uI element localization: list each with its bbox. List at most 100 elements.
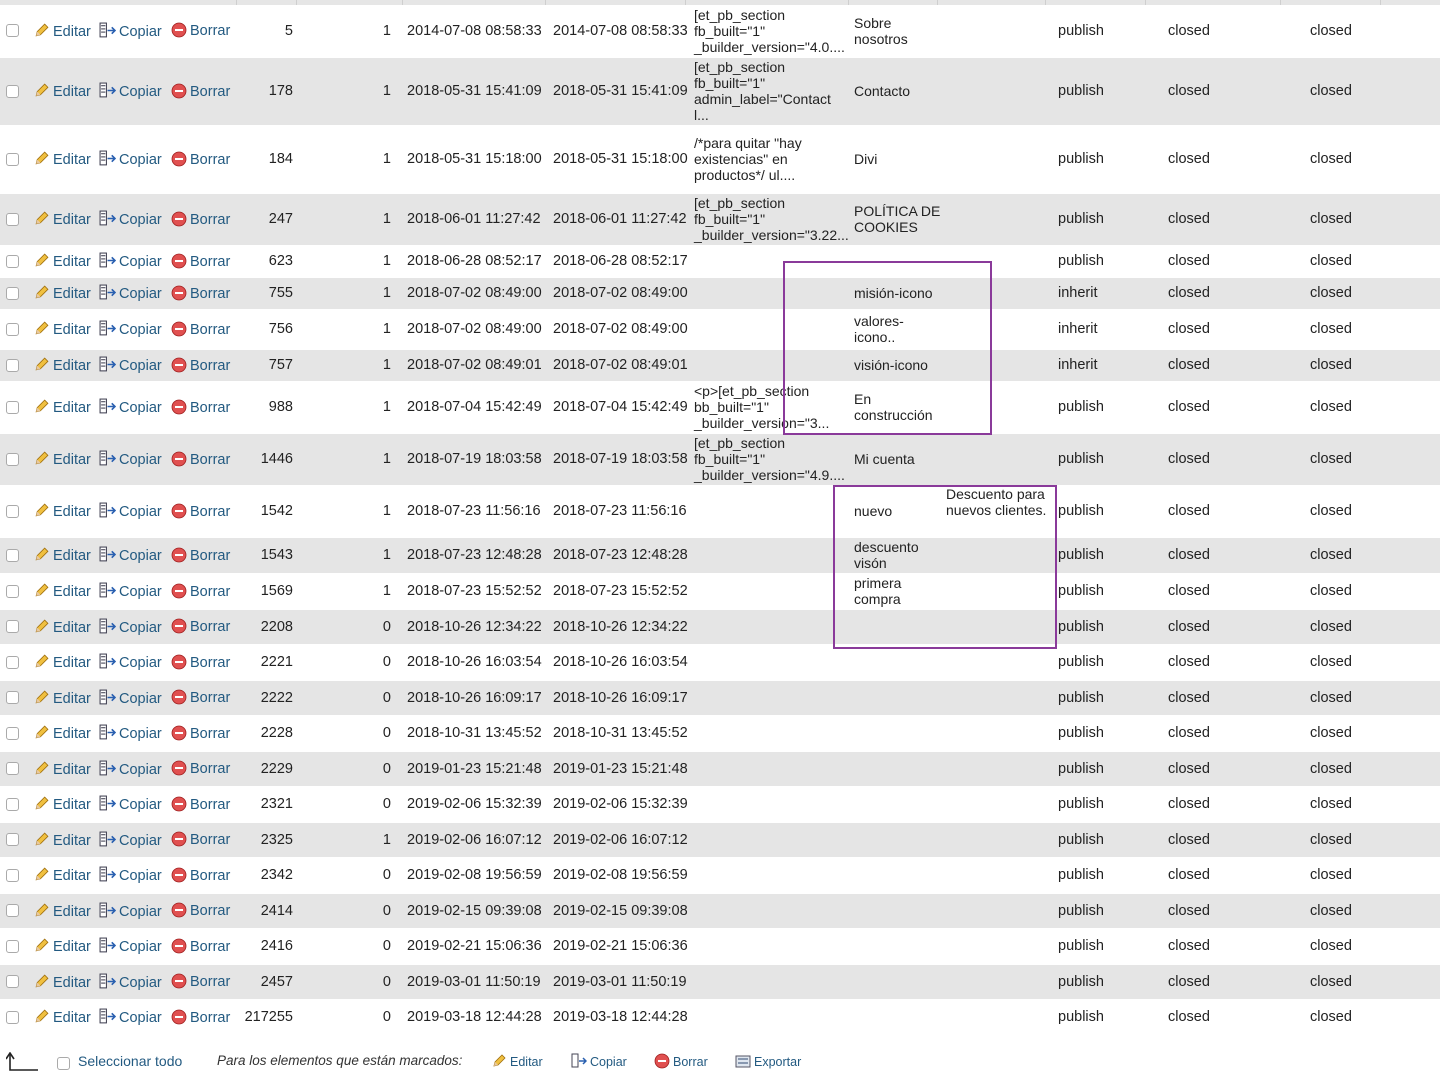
edit-row-button[interactable]: Editar — [33, 357, 91, 374]
delete-row-button[interactable]: Borrar — [171, 583, 230, 600]
cell-post-date-gmt[interactable]: 2018-07-02 08:49:00 — [547, 309, 688, 349]
cell-id[interactable]: 2221 — [235, 644, 299, 680]
cell-post-author[interactable]: 1 — [299, 245, 403, 277]
cell-post-title[interactable]: En construcción — [848, 381, 942, 433]
copy-row-button[interactable]: Copiar — [99, 1008, 162, 1026]
cell-post-author[interactable]: 1 — [299, 125, 403, 193]
cell-comment-status[interactable]: closed — [1158, 751, 1301, 786]
cell-ping-status[interactable]: closed — [1301, 309, 1440, 349]
edit-row-button[interactable]: Editar — [33, 547, 91, 564]
cell-post-status[interactable]: publish — [1050, 57, 1158, 125]
cell-post-author[interactable]: 1 — [299, 433, 403, 485]
cell-post-date-gmt[interactable]: 2018-10-26 16:09:17 — [547, 680, 688, 715]
row-checkbox[interactable] — [6, 868, 19, 882]
cell-post-date[interactable]: 2019-02-06 16:07:12 — [403, 822, 547, 857]
cell-ping-status[interactable]: closed — [1301, 573, 1440, 609]
cell-id[interactable]: 247 — [235, 193, 299, 245]
cell-post-date[interactable]: 2019-01-23 15:21:48 — [403, 751, 547, 786]
row-checkbox[interactable] — [6, 322, 19, 336]
cell-post-author[interactable]: 0 — [299, 680, 403, 715]
cell-comment-status[interactable]: closed — [1158, 381, 1301, 433]
cell-post-content[interactable] — [688, 573, 848, 609]
cell-id[interactable]: 2229 — [235, 751, 299, 786]
cell-comment-status[interactable]: closed — [1158, 822, 1301, 857]
cell-post-content[interactable]: [et_pb_section fb_built="1" _builder_ver… — [688, 433, 848, 485]
copy-row-button[interactable]: Copiar — [99, 724, 162, 742]
cell-comment-status[interactable]: closed — [1158, 999, 1301, 1035]
cell-post-date[interactable]: 2018-07-02 08:49:00 — [403, 277, 547, 309]
cell-comment-status[interactable]: closed — [1158, 715, 1301, 751]
cell-post-status[interactable]: publish — [1050, 751, 1158, 786]
cell-post-content[interactable] — [688, 644, 848, 680]
cell-post-date-gmt[interactable]: 2019-01-23 15:21:48 — [547, 751, 688, 786]
cell-ping-status[interactable]: closed — [1301, 125, 1440, 193]
cell-post-content[interactable] — [688, 857, 848, 893]
cell-post-date[interactable]: 2018-10-26 12:34:22 — [403, 609, 547, 644]
cell-post-excerpt[interactable] — [942, 573, 1050, 609]
cell-id[interactable]: 2457 — [235, 964, 299, 999]
edit-row-button[interactable]: Editar — [33, 796, 91, 813]
cell-comment-status[interactable]: closed — [1158, 857, 1301, 893]
delete-row-button[interactable]: Borrar — [171, 760, 230, 777]
delete-row-button[interactable]: Borrar — [171, 547, 230, 564]
cell-post-title[interactable] — [848, 644, 942, 680]
cell-id[interactable]: 1543 — [235, 537, 299, 573]
cell-post-date-gmt[interactable]: 2018-06-01 11:27:42 — [547, 193, 688, 245]
cell-comment-status[interactable]: closed — [1158, 928, 1301, 964]
row-checkbox[interactable] — [6, 655, 19, 669]
cell-post-excerpt[interactable] — [942, 381, 1050, 433]
cell-post-date-gmt[interactable]: 2018-07-23 15:52:52 — [547, 573, 688, 609]
delete-row-button[interactable]: Borrar — [171, 938, 230, 955]
cell-post-date[interactable]: 2018-07-23 15:52:52 — [403, 573, 547, 609]
cell-post-status[interactable]: publish — [1050, 893, 1158, 928]
copy-row-button[interactable]: Copiar — [99, 320, 162, 338]
copy-row-button[interactable]: Copiar — [99, 150, 162, 168]
cell-post-date-gmt[interactable]: 2018-10-26 12:34:22 — [547, 609, 688, 644]
cell-post-date-gmt[interactable]: 2018-07-19 18:03:58 — [547, 433, 688, 485]
cell-post-status[interactable]: publish — [1050, 964, 1158, 999]
edit-row-button[interactable]: Editar — [33, 654, 91, 671]
row-checkbox[interactable] — [6, 452, 19, 466]
cell-id[interactable]: 217255 — [235, 999, 299, 1035]
cell-id[interactable]: 988 — [235, 381, 299, 433]
delete-row-button[interactable]: Borrar — [171, 211, 230, 228]
cell-post-content[interactable] — [688, 537, 848, 573]
cell-comment-status[interactable]: closed — [1158, 349, 1301, 381]
cell-post-date-gmt[interactable]: 2018-10-26 16:03:54 — [547, 644, 688, 680]
cell-post-author[interactable]: 1 — [299, 537, 403, 573]
cell-post-excerpt[interactable] — [942, 964, 1050, 999]
cell-post-excerpt[interactable] — [942, 245, 1050, 277]
cell-ping-status[interactable]: closed — [1301, 349, 1440, 381]
cell-post-title[interactable] — [848, 928, 942, 964]
delete-row-button[interactable]: Borrar — [171, 618, 230, 635]
cell-ping-status[interactable]: closed — [1301, 277, 1440, 309]
cell-post-excerpt[interactable] — [942, 751, 1050, 786]
cell-post-excerpt[interactable] — [942, 349, 1050, 381]
cell-post-date-gmt[interactable]: 2018-07-23 12:48:28 — [547, 537, 688, 573]
cell-post-status[interactable]: publish — [1050, 433, 1158, 485]
cell-post-excerpt[interactable] — [942, 928, 1050, 964]
edit-row-button[interactable]: Editar — [33, 23, 91, 40]
copy-row-button[interactable]: Copiar — [99, 356, 162, 374]
cell-ping-status[interactable]: closed — [1301, 433, 1440, 485]
delete-row-button[interactable]: Borrar — [171, 22, 230, 39]
cell-post-title[interactable] — [848, 822, 942, 857]
cell-id[interactable]: 184 — [235, 125, 299, 193]
cell-id[interactable]: 2414 — [235, 893, 299, 928]
cell-post-author[interactable]: 1 — [299, 57, 403, 125]
cell-comment-status[interactable]: closed — [1158, 609, 1301, 644]
cell-comment-status[interactable]: closed — [1158, 644, 1301, 680]
copy-row-button[interactable]: Copiar — [99, 760, 162, 778]
cell-post-status[interactable]: inherit — [1050, 277, 1158, 309]
cell-post-content[interactable] — [688, 893, 848, 928]
cell-post-content[interactable] — [688, 309, 848, 349]
delete-row-button[interactable]: Borrar — [171, 796, 230, 813]
copy-row-button[interactable]: Copiar — [99, 618, 162, 636]
cell-post-date[interactable]: 2018-10-26 16:03:54 — [403, 644, 547, 680]
cell-post-date[interactable]: 2018-05-31 15:18:00 — [403, 125, 547, 193]
cell-post-title[interactable] — [848, 751, 942, 786]
cell-comment-status[interactable]: closed — [1158, 893, 1301, 928]
edit-row-button[interactable]: Editar — [33, 690, 91, 707]
cell-post-date-gmt[interactable]: 2018-07-02 08:49:00 — [547, 277, 688, 309]
cell-id[interactable]: 2416 — [235, 928, 299, 964]
